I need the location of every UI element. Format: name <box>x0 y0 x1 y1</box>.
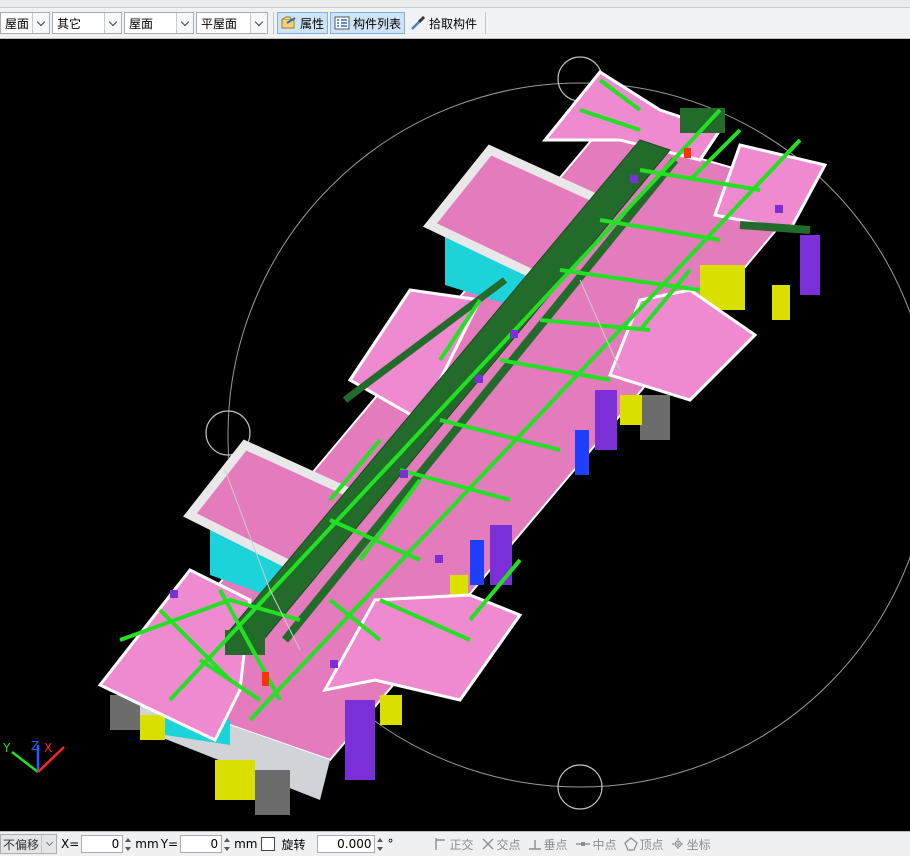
category-select-value: 其它 <box>57 16 82 31</box>
component-list-button[interactable]: 构件列表 <box>330 12 406 34</box>
purple-frame[interactable] <box>595 390 617 450</box>
chevron-down-icon[interactable] <box>250 13 267 33</box>
component-toolbar: 屋面 其它 屋面 平屋面 属性 构件列表 拾取构件 <box>0 8 910 39</box>
window-strip[interactable] <box>620 395 642 425</box>
offset-mode-value: 不偏移 <box>3 837 40 852</box>
purple-frame[interactable] <box>345 700 375 780</box>
window-strip[interactable] <box>380 695 402 725</box>
red-marker[interactable] <box>262 672 269 686</box>
y-input[interactable]: 0 <box>180 835 223 853</box>
chevron-down-icon[interactable] <box>32 13 49 33</box>
y-label: Y= <box>160 837 179 851</box>
column-block[interactable] <box>640 395 670 440</box>
chevron-down-icon[interactable] <box>176 13 193 33</box>
snap-intersection-label: 交点 <box>496 837 521 852</box>
axis-indicator: Y Z X <box>2 739 65 773</box>
y-unit: mm <box>234 837 258 851</box>
snap-coordinate[interactable]: 坐标 <box>671 836 711 853</box>
midpoint-icon <box>575 842 590 846</box>
intersection-icon <box>482 838 493 850</box>
snap-intersection[interactable]: 交点 <box>481 836 521 853</box>
offset-mode-select[interactable]: 不偏移 <box>0 834 58 854</box>
rotate-checkbox[interactable] <box>261 837 276 851</box>
pick-component-button[interactable]: 拾取构件 <box>407 12 480 34</box>
snap-coordinate-label: 坐标 <box>686 837 711 852</box>
3d-viewport[interactable]: Y Z X <box>0 39 910 830</box>
x-spinner[interactable] <box>123 835 132 853</box>
snap-vertex-label: 顶点 <box>639 837 664 852</box>
vertex-icon <box>623 837 638 851</box>
component-list-label: 构件列表 <box>353 16 402 31</box>
axis-label-x: X <box>44 741 52 755</box>
snap-vertex[interactable]: 顶点 <box>623 836 664 853</box>
column-block[interactable] <box>255 770 290 815</box>
pick-component-label: 拾取构件 <box>429 16 478 31</box>
window-strip[interactable] <box>140 715 165 740</box>
x-input[interactable]: 0 <box>81 835 124 853</box>
x-label: X= <box>61 837 80 851</box>
angle-spinner[interactable] <box>375 835 384 853</box>
snap-perpendicular[interactable]: 垂点 <box>528 836 568 853</box>
toolbar-divider <box>485 12 487 34</box>
snap-orthogonal[interactable]: 正交 <box>433 836 474 853</box>
floor-select[interactable]: 屋面 <box>0 12 50 34</box>
blue-window[interactable] <box>575 430 589 475</box>
perpendicular-icon <box>528 840 541 850</box>
category-select[interactable]: 其它 <box>52 12 122 34</box>
blue-window[interactable] <box>470 540 484 585</box>
floor-select-value: 屋面 <box>5 16 30 31</box>
purple-frame[interactable] <box>800 235 820 295</box>
snap-midpoint[interactable]: 中点 <box>575 836 617 853</box>
component-type-select[interactable]: 屋面 <box>124 12 194 34</box>
properties-button[interactable]: 属性 <box>277 12 329 34</box>
axis-label-z: Z <box>31 739 39 753</box>
component-select-value: 平屋面 <box>201 16 238 31</box>
snap-orthogonal-label: 正交 <box>449 837 474 852</box>
building-model-view[interactable]: Y Z X <box>0 39 910 830</box>
orthogonal-icon <box>435 838 446 850</box>
chevron-down-icon[interactable] <box>41 835 56 853</box>
dark-green-beam[interactable] <box>739 221 811 234</box>
rotate-label: 旋转 <box>281 837 306 852</box>
chevron-down-icon[interactable] <box>104 13 121 33</box>
red-marker[interactable] <box>684 148 691 158</box>
window-strip[interactable] <box>215 760 255 800</box>
axis-label-y: Y <box>2 741 11 755</box>
angle-input[interactable]: 0.000 <box>317 835 376 853</box>
list-icon <box>334 16 350 30</box>
snap-perpendicular-label: 垂点 <box>543 837 568 852</box>
properties-icon <box>281 16 296 29</box>
y-spinner[interactable] <box>222 835 231 853</box>
window-strip[interactable] <box>772 285 790 320</box>
top-toolbar-strip <box>0 0 910 8</box>
angle-unit: ° <box>387 837 394 851</box>
x-unit: mm <box>135 837 159 851</box>
toolbar-divider <box>273 12 274 34</box>
properties-label: 属性 <box>300 16 325 31</box>
roof-hip-section[interactable] <box>713 143 828 232</box>
component-type-select-value: 屋面 <box>129 16 154 31</box>
component-select[interactable]: 平屋面 <box>196 12 268 34</box>
coordinate-icon <box>671 838 684 850</box>
eyedropper-icon <box>411 16 425 30</box>
snap-midpoint-label: 中点 <box>592 837 617 852</box>
status-bar: 不偏移 X= 0 mm Y= 0 mm 旋转 0.000 ° 正交 交点 垂点 … <box>0 831 910 856</box>
